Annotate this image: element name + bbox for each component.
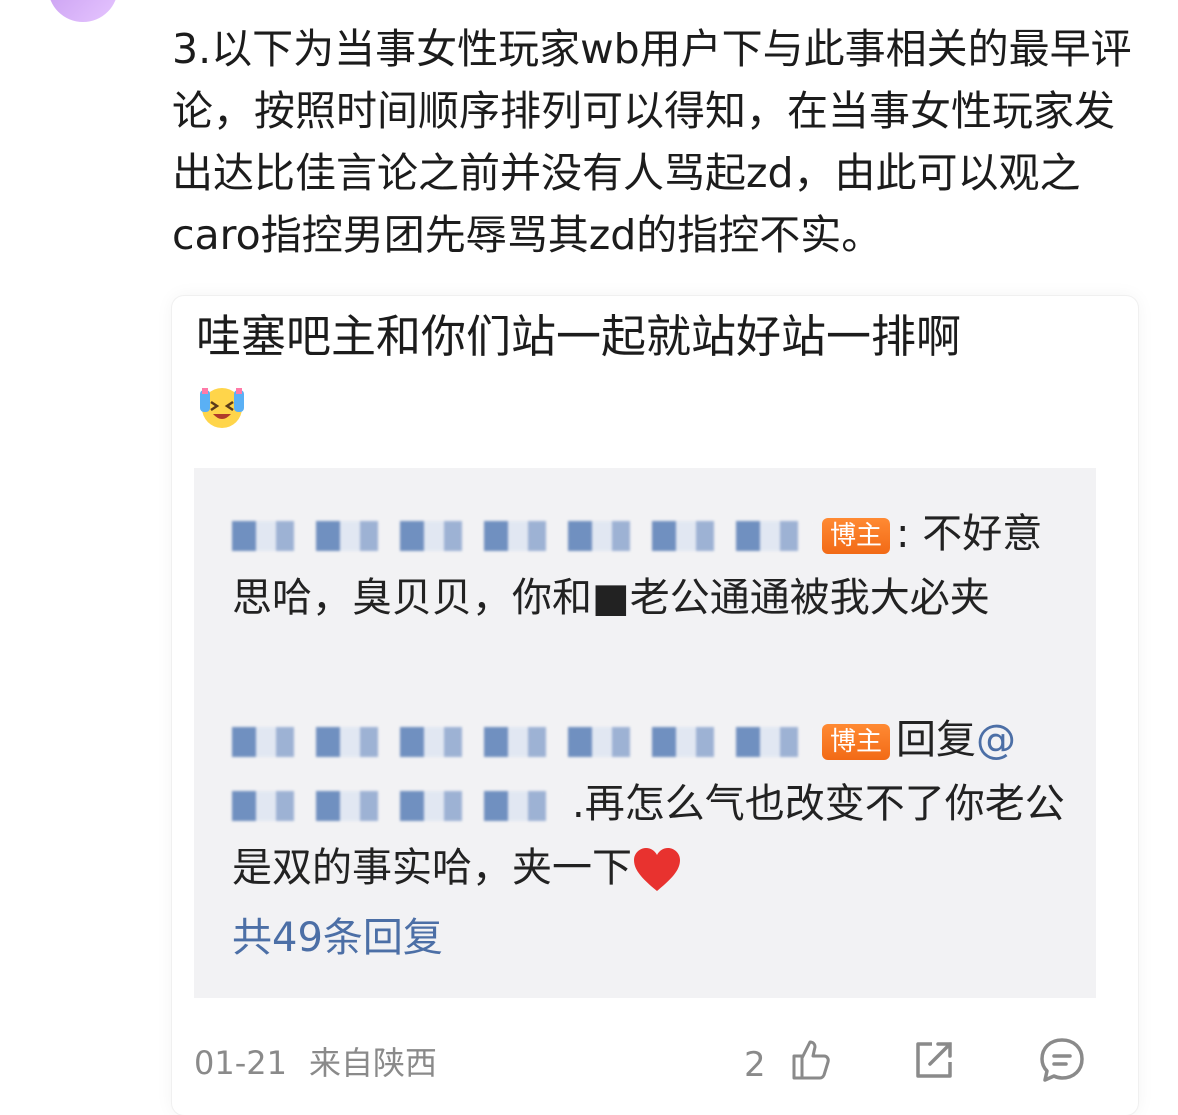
reply-label: 回复 [896, 717, 977, 763]
post-body-text: 3.以下为当事女性玩家wb用户下与此事相关的最早评论，按照时间顺序排列可以得知，… [172, 25, 1132, 259]
thumbs-up-icon[interactable] [786, 1036, 834, 1084]
reply-item[interactable]: 博主: 不好意思哈，臭贝贝，你和■老公通通被我大必夹 [232, 502, 1072, 630]
reply-item[interactable]: 博主 回复@ .再怎么气也改变不了你老公是双的事实哈，夹一下 [232, 708, 1072, 900]
comment-location: 来自陕西 [308, 1044, 437, 1082]
share-icon[interactable] [910, 1036, 958, 1084]
view-all-replies-link[interactable]: 共49条回复 [232, 908, 443, 968]
replies-container: 博主: 不好意思哈，臭贝贝，你和■老公通通被我大必夹 博主 回复@ .再怎么气也改变… [194, 468, 1096, 998]
blurred-username[interactable] [232, 727, 812, 757]
author-badge: 博主 [822, 724, 891, 760]
avatar-image [48, 0, 118, 22]
comment-footer: 01-21 来自陕西 2 [194, 1032, 1104, 1092]
heart-icon [634, 848, 680, 891]
comment-text: 哇塞吧主和你们站一起就站好站一排啊 [196, 310, 962, 363]
laughing-cry-emoji-icon [200, 388, 244, 428]
blurred-username[interactable] [232, 521, 812, 551]
comment-meta: 01-21 来自陕西 [194, 1038, 437, 1088]
author-badge: 博主 [822, 518, 891, 554]
mention-link[interactable]: @ [976, 717, 1016, 763]
like-count: 2 [744, 1045, 766, 1085]
user-avatar[interactable]: Z [48, 0, 134, 26]
comment-card: 哇塞吧主和你们站一起就站好站一排啊 博主: 不好意思哈，臭贝贝，你和■老公通通被… [172, 296, 1138, 1115]
blurred-mentioned-username[interactable] [232, 791, 562, 821]
comment-bubble-icon[interactable] [1038, 1036, 1086, 1084]
screenshot-root: Z 3.以下为当事女性玩家wb用户下与此事相关的最早评论，按照时间顺序排列可以得… [0, 0, 1178, 1115]
comment-date: 01-21 [194, 1044, 287, 1082]
